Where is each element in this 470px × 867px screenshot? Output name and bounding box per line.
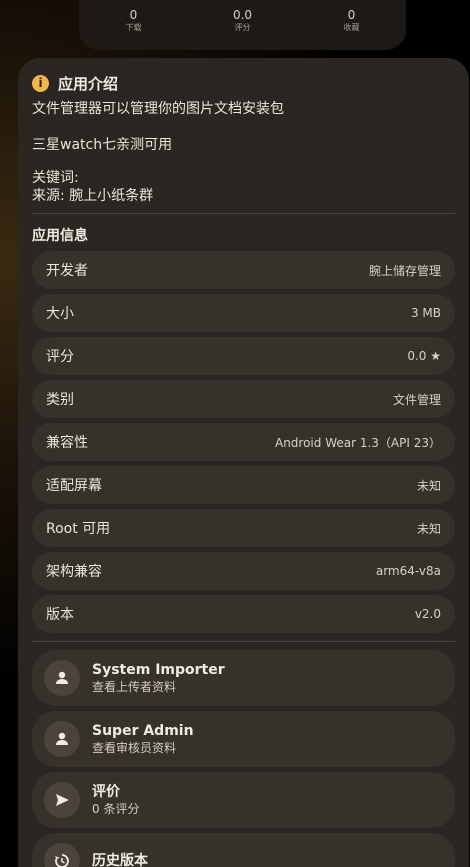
intro-header: i 应用介绍 <box>32 72 455 94</box>
stat-value: 0 <box>347 8 356 22</box>
stat-label: 评分 <box>234 23 251 32</box>
history-versions-title: 历史版本 <box>92 853 148 867</box>
info-row-category[interactable]: 类别 文件管理 <box>32 380 455 418</box>
person-icon <box>44 660 80 696</box>
divider <box>32 641 455 642</box>
history-icon <box>44 843 80 867</box>
info-row-root[interactable]: Root 可用 未知 <box>32 509 455 547</box>
uploader-name: System Importer <box>92 662 225 678</box>
info-key: 兼容性 <box>46 435 88 451</box>
info-value: arm64-v8a <box>375 564 441 578</box>
intro-source: 来源: 腕上小纸条群 <box>32 188 154 204</box>
stat-favorites: 0 收藏 <box>312 8 392 34</box>
stat-downloads: 0 下载 <box>94 8 174 34</box>
history-versions-row[interactable]: 历史版本 <box>32 833 455 867</box>
stat-label: 下载 <box>125 23 142 32</box>
info-value: 未知 <box>416 521 441 536</box>
stat-value: 0 <box>129 8 138 22</box>
info-key: 适配屏幕 <box>46 478 102 494</box>
info-row-compatibility[interactable]: 兼容性 Android Wear 1.3（API 23） <box>32 423 455 461</box>
info-value: 未知 <box>416 478 441 493</box>
reviewer-subtitle: 查看审核员资料 <box>92 741 177 755</box>
info-row-size[interactable]: 大小 3 MB <box>32 294 455 332</box>
info-row-architecture[interactable]: 架构兼容 arm64-v8a <box>32 552 455 590</box>
info-key: 评分 <box>46 349 74 365</box>
info-row-developer[interactable]: 开发者 腕上储存管理 <box>32 251 455 289</box>
info-key: 版本 <box>46 607 74 623</box>
reviewer-name: Super Admin <box>92 723 194 739</box>
app-info-title: 应用信息 <box>32 228 88 244</box>
info-row-screen[interactable]: 适配屏幕 未知 <box>32 466 455 504</box>
divider <box>32 213 455 214</box>
info-key: 开发者 <box>46 263 88 279</box>
info-key: Root 可用 <box>46 521 111 537</box>
info-value: 腕上储存管理 <box>368 263 441 278</box>
send-icon <box>44 782 80 818</box>
stat-rating: 0.0 评分 <box>203 8 283 34</box>
reviews-title: 评价 <box>92 784 120 800</box>
person-icon <box>44 721 80 757</box>
uploader-row[interactable]: System Importer 查看上传者资料 <box>32 650 455 706</box>
info-value: Android Wear 1.3（API 23） <box>274 435 441 450</box>
info-value: 文件管理 <box>392 392 441 407</box>
info-key: 架构兼容 <box>46 564 102 580</box>
info-key: 类别 <box>46 392 74 408</box>
intro-description: 文件管理器可以管理你的图片文档安装包 <box>32 101 284 117</box>
info-row-rating[interactable]: 评分 0.0 ★ <box>32 337 455 375</box>
stats-card: 0 下载 0.0 评分 0 收藏 <box>79 0 406 50</box>
intro-note: 三星watch七亲测可用 <box>32 137 173 153</box>
reviews-row[interactable]: 评价 0 条评分 <box>32 772 455 828</box>
intro-title: 应用介绍 <box>58 74 119 93</box>
uploader-subtitle: 查看上传者资料 <box>92 680 177 694</box>
info-icon: i <box>32 74 49 92</box>
stat-value: 0.0 <box>232 8 253 22</box>
app-detail-card: i 应用介绍 文件管理器可以管理你的图片文档安装包 三星watch七亲测可用 关… <box>18 58 469 867</box>
reviewer-row[interactable]: Super Admin 查看审核员资料 <box>32 711 455 767</box>
intro-keywords: 关键词: <box>32 170 79 186</box>
info-value: v2.0 <box>414 607 441 621</box>
app-detail-page: 0 下载 0.0 评分 0 收藏 i 应用介绍 文件管理器可以管理你的图片文档安… <box>0 0 470 867</box>
stat-label: 收藏 <box>343 23 360 32</box>
reviews-count: 0 条评分 <box>92 802 140 816</box>
info-value: 0.0 ★ <box>407 349 441 363</box>
info-key: 大小 <box>46 306 74 322</box>
info-value: 3 MB <box>410 306 441 320</box>
info-row-version[interactable]: 版本 v2.0 <box>32 595 455 633</box>
